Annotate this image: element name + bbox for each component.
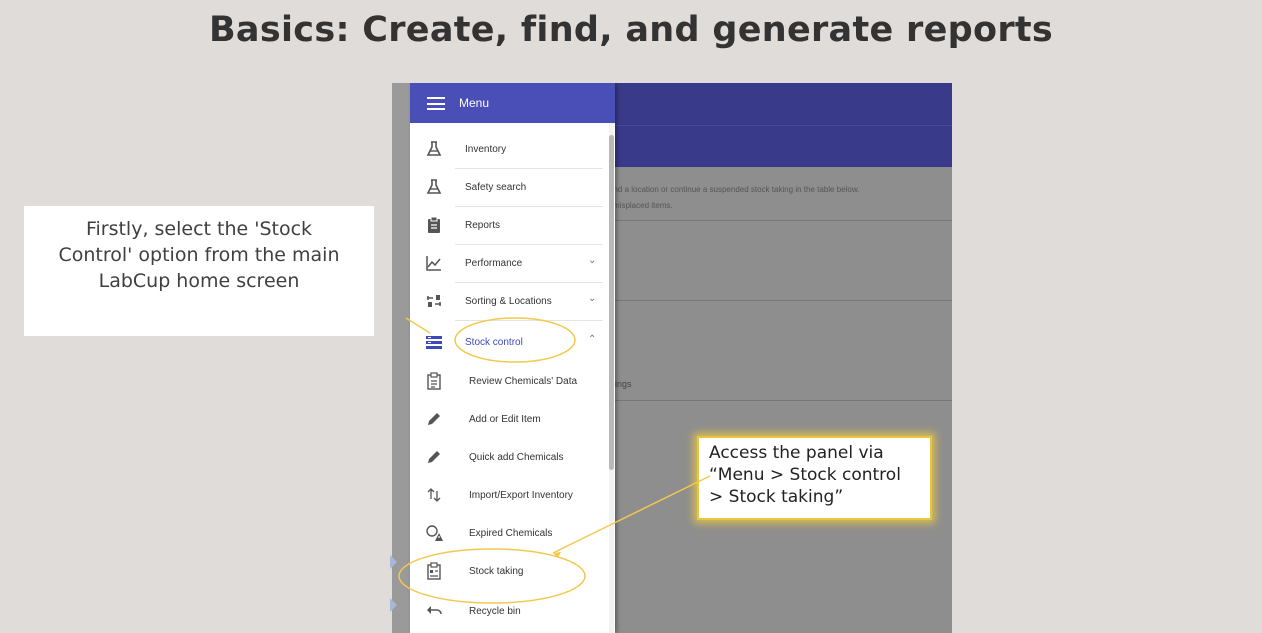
background-description-2: l misplaced items. — [609, 201, 673, 210]
submenu-item-label: Add or Edit Item — [469, 414, 541, 425]
submenu-item-label: Expired Chemicals — [469, 528, 553, 539]
menu-item-sorting-locations[interactable]: Sorting & Locations ⌄ — [410, 283, 615, 321]
submenu-item-add-or-edit-item[interactable]: Add or Edit Item — [410, 401, 615, 439]
instruction-line-2: Control' option from the main — [58, 244, 340, 266]
menu-item-label: Reports — [465, 220, 501, 231]
stock-control-icon — [425, 333, 443, 351]
menu-item-label: Safety search — [465, 182, 527, 193]
instruction-line-1: Firstly, select the 'Stock — [85, 218, 313, 240]
menu-item-label: Stock control — [465, 337, 523, 348]
background-tab-fragment: ings — [615, 379, 632, 389]
chevron-up-icon: ⌃ — [588, 334, 597, 345]
menu-item-label: Performance — [465, 258, 523, 269]
slide-marker-icon — [390, 598, 397, 612]
submenu-item-label: Quick add Chemicals — [469, 452, 564, 463]
chevron-down-icon: ⌄ — [588, 255, 597, 266]
sorting-icon — [425, 292, 443, 310]
stock-taking-icon — [425, 562, 443, 580]
submenu-item-label: Import/Export Inventory — [469, 490, 573, 501]
menu-header: Menu — [410, 83, 615, 123]
background-description: and a location or continue a suspended s… — [609, 185, 860, 194]
access-line-2: “Menu > Stock control — [709, 465, 901, 485]
submenu-item-label: Recycle bin — [469, 606, 521, 617]
submenu-item-expired-chemicals[interactable]: Expired Chemicals — [410, 515, 615, 553]
chart-icon — [425, 254, 443, 272]
pencil-icon — [425, 448, 443, 466]
menu-item-reports[interactable]: Reports — [410, 207, 615, 245]
access-callout: Access the panel via “Menu > Stock contr… — [697, 436, 932, 520]
side-menu: Menu Inventory Safety search Reports Per… — [410, 83, 615, 633]
menu-item-label: Sorting & Locations — [465, 296, 552, 307]
menu-item-stock-control[interactable]: Stock control ⌃ — [410, 324, 615, 362]
instruction-line-3: LabCup home screen — [98, 270, 300, 292]
slide-title: Basics: Create, find, and generate repor… — [208, 10, 1054, 50]
submenu-item-label: Review Chemicals' Data — [469, 376, 578, 387]
import-export-icon — [425, 486, 443, 504]
access-line-3: > Stock taking” — [709, 487, 844, 507]
menu-item-inventory[interactable]: Inventory — [410, 131, 615, 169]
clipboard-icon — [425, 216, 443, 234]
submenu-item-stock-taking[interactable]: Stock taking — [410, 553, 615, 591]
access-line-1: Access the panel via — [709, 443, 884, 463]
undo-icon — [425, 602, 443, 620]
app-screenshot: and a location or continue a suspended s… — [392, 83, 952, 633]
flask-icon — [425, 140, 443, 158]
instruction-callout: Firstly, select the 'Stock Control' opti… — [24, 206, 374, 336]
submenu-item-review-chemicals-data[interactable]: Review Chemicals' Data — [410, 363, 615, 401]
submenu-item-quick-add-chemicals[interactable]: Quick add Chemicals — [410, 439, 615, 477]
expired-icon — [425, 524, 443, 542]
hamburger-icon[interactable] — [427, 97, 445, 110]
clipboard-list-icon — [425, 372, 443, 390]
submenu-item-recycle-bin[interactable]: Recycle bin — [410, 593, 615, 631]
submenu-item-label: Stock taking — [469, 566, 524, 577]
chevron-down-icon: ⌄ — [588, 293, 597, 304]
submenu-item-import-export-inventory[interactable]: Import/Export Inventory — [410, 477, 615, 515]
menu-item-label: Inventory — [465, 144, 507, 155]
menu-title: Menu — [459, 96, 490, 110]
slide-marker-icon — [390, 555, 397, 569]
menu-scrollbar-thumb[interactable] — [609, 135, 614, 470]
flask-icon — [425, 178, 443, 196]
menu-item-performance[interactable]: Performance ⌄ — [410, 245, 615, 283]
menu-item-safety-search[interactable]: Safety search — [410, 169, 615, 207]
pencil-icon — [425, 410, 443, 428]
